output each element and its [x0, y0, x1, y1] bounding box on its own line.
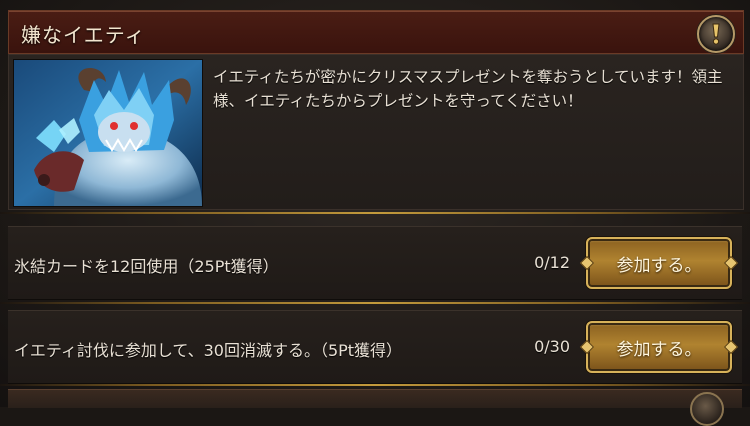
- event-description: イエティたちが密かにクリスマスプレゼントを奪おうとしています！領主様、イエティた…: [213, 68, 723, 110]
- info-button[interactable]: [690, 392, 724, 426]
- yeti-image: [13, 59, 203, 207]
- join-button[interactable]: 参加する。: [586, 321, 732, 373]
- event-panel: イエティたちが密かにクリスマスプレゼントを奪おうとしています！領主様、イエティた…: [8, 54, 744, 210]
- divider: [0, 384, 750, 386]
- event-header: 嫌なイエティ: [8, 10, 744, 54]
- quest-row: 氷結カードを12回使用（25Pt獲得） 0/12 参加する。: [8, 226, 742, 300]
- quest-text: 氷結カードを12回使用（25Pt獲得）: [14, 257, 279, 276]
- join-button-label: 参加する。: [616, 339, 702, 360]
- quest-row: イエティ討伐に参加して、30回消滅する。（5Pt獲得） 0/30 参加する。: [8, 310, 742, 384]
- event-title: 嫌なイエティ: [21, 23, 146, 47]
- divider: [0, 302, 750, 304]
- info-button[interactable]: [697, 15, 735, 53]
- next-event-header: [8, 389, 742, 426]
- quest-text: イエティ討伐に参加して、30回消滅する。（5Pt獲得）: [14, 341, 403, 360]
- divider: [0, 212, 750, 214]
- quest-progress: 0/30: [534, 337, 570, 356]
- quest-progress: 0/12: [534, 253, 570, 272]
- exclamation-icon: [712, 23, 720, 45]
- event-window: 嫌なイエティ イエティたちが密かにクリスマスプレゼントを奪おうとしています！領主…: [0, 0, 750, 426]
- join-button-label: 参加する。: [616, 255, 702, 276]
- join-button[interactable]: 参加する。: [586, 237, 732, 289]
